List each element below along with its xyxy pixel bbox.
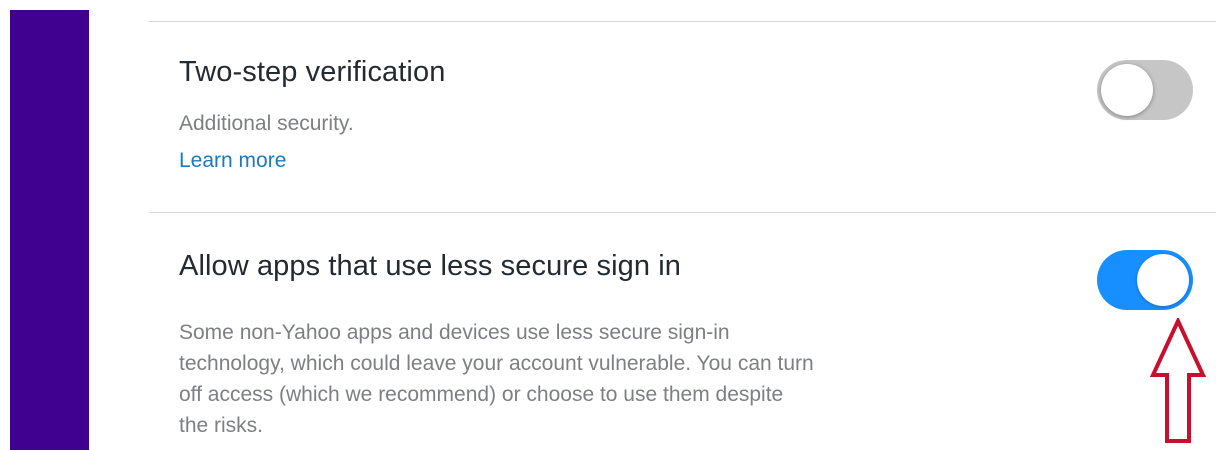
learn-more-link[interactable]: Learn more — [179, 149, 286, 173]
sidebar — [10, 10, 89, 450]
less-secure-sign-in-title: Allow apps that use less secure sign in — [179, 250, 681, 282]
two-step-verification-title: Two-step verification — [179, 56, 446, 88]
description-line: the risks. — [179, 414, 264, 437]
less-secure-sign-in-toggle[interactable] — [1097, 250, 1193, 310]
description-line: Some non-Yahoo apps and devices use less… — [179, 321, 730, 344]
two-step-verification-toggle[interactable] — [1097, 60, 1193, 120]
toggle-knob — [1101, 64, 1153, 116]
description-line: off access (which we recommend) or choos… — [179, 383, 784, 406]
divider-middle — [149, 212, 1216, 213]
two-step-verification-subtitle: Additional security. — [179, 112, 354, 135]
toggle-knob — [1137, 254, 1189, 306]
divider-top — [149, 21, 1216, 22]
arrow-up-icon — [1149, 318, 1207, 443]
less-secure-sign-in-description: Some non-Yahoo apps and devices use less… — [179, 317, 969, 441]
description-line: technology, which could leave your accou… — [179, 352, 814, 375]
